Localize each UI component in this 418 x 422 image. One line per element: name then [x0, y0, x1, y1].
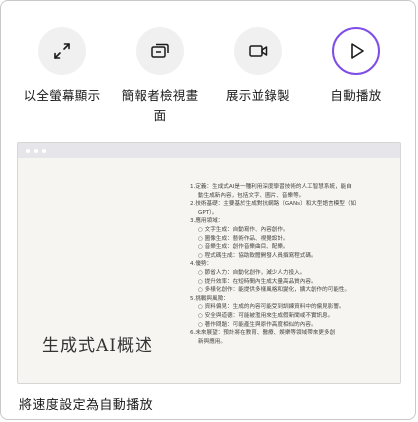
slide-line: GPT）。 — [198, 209, 218, 216]
slide-line: ○ 提升效率：在短時間內生成大量高品質內容。 — [198, 278, 317, 285]
slide-line: ○ 節省人力：自動化創作，減少人力投入。 — [198, 269, 306, 276]
preview-title-bar — [18, 143, 400, 158]
autoplay-preview: 生成式AI概述 1.定義：生成式AI是一種利用深度學習技術的人工智慧系統，能自 … — [17, 142, 401, 384]
presenter-view-button[interactable] — [136, 27, 184, 75]
autoplay-option[interactable]: 自動播放 — [311, 27, 401, 106]
presenter-view-option[interactable]: 簡報者檢視畫面 — [115, 27, 205, 126]
slide-line: 1.定義：生成式AI是一種利用深度學習技術的人工智慧系統，能自 — [190, 184, 352, 190]
slide-line: ○ 圖像生成：藝術作品、視覺設計。 — [198, 235, 289, 242]
slide-line: ○ 程式碼生成：協助軟體開發人員撰寫程式碼。 — [198, 252, 317, 259]
play-icon — [351, 43, 364, 59]
play-options-panel: 以全螢幕顯示 簡報者檢視畫面 展示並錄製 自動播放 生成式AI概述 1.定義：生… — [0, 0, 416, 420]
slide-body-text: 1.定義：生成式AI是一種利用深度學習技術的人工智慧系統，能自 動生成新內容，包… — [190, 183, 386, 346]
slide-line: 3.應用領域： — [190, 218, 224, 225]
fullscreen-option[interactable]: 以全螢幕顯示 — [17, 27, 107, 106]
record-button[interactable] — [234, 27, 282, 75]
expand-arrows-icon — [54, 43, 70, 59]
fullscreen-label: 以全螢幕顯示 — [23, 88, 101, 103]
slide-title: 生成式AI概述 — [42, 336, 153, 356]
fullscreen-button[interactable] — [38, 27, 86, 75]
slide-line: ○ 音樂生成：創作音樂曲目、配樂。 — [198, 244, 289, 251]
slide-line: 5.挑戰與風險： — [190, 295, 229, 302]
slide-line: ○ 安全與道德：可能被濫用來生成假新聞或不實訊息。 — [198, 312, 334, 319]
video-camera-icon — [249, 45, 268, 57]
presenter-view-icon — [151, 43, 169, 58]
autoplay-label: 自動播放 — [330, 88, 382, 103]
slide-line: ○ 著作問題：可能產生與原作高度相似的內容。 — [198, 321, 317, 328]
presenter-view-label: 簡報者檢視畫面 — [121, 88, 199, 123]
autoplay-button[interactable] — [332, 27, 380, 75]
slide-line: 6.未來展望：預計將在教育、醫療、娛樂等領域帶來更多創 — [190, 330, 336, 337]
slide-line: 動生成新內容，包括文字、圖片、音樂等。 — [198, 192, 305, 199]
window-dot — [42, 148, 46, 153]
slide-line: 4.優勢： — [190, 261, 213, 268]
slide-line: 2.技術基礎：主要基於生成對抗網路（GANs）和大型語言模型（如 — [190, 201, 357, 208]
record-option[interactable]: 展示並錄製 — [213, 27, 303, 106]
slide-line: 新與應用。 — [198, 338, 226, 345]
window-dot — [34, 148, 38, 153]
window-dot — [26, 148, 30, 153]
slide-line: ○ 文字生成：自動寫作、內容創作。 — [198, 226, 289, 233]
slide-line: ○ 資料偏見：生成的內容可能受到訓練資料中的偏見影響。 — [198, 304, 345, 311]
autoplay-description: 將速度設定為自動播放 — [19, 398, 154, 413]
record-label: 展示並錄製 — [225, 88, 290, 103]
slide-line: ○ 多樣化創作：能提供多樣風格和變化，擴大創作的可能性。 — [198, 287, 351, 294]
